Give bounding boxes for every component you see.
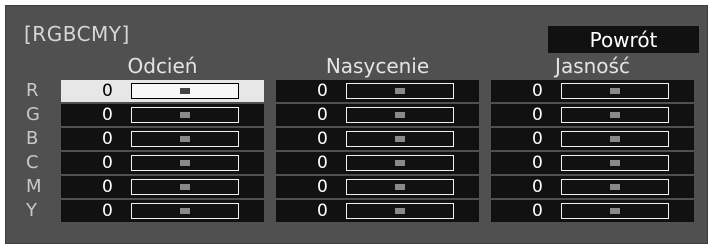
adjust-value: 0	[317, 129, 328, 149]
adjust-cell-m-brightness[interactable]: 0	[491, 176, 694, 198]
adjust-value: 0	[102, 81, 113, 101]
slider-thumb[interactable]	[395, 160, 405, 166]
adjust-value: 0	[532, 177, 543, 197]
slider-track[interactable]	[131, 179, 239, 195]
row-label-m: M	[26, 176, 42, 197]
slider-track[interactable]	[346, 83, 454, 99]
adjust-cell-g-saturation[interactable]: 0	[276, 104, 479, 126]
adjust-cell-g-brightness[interactable]: 0	[491, 104, 694, 126]
slider-thumb[interactable]	[610, 88, 620, 94]
slider-track[interactable]	[561, 83, 669, 99]
adjust-cell-r-brightness[interactable]: 0	[491, 80, 694, 102]
column-header-hue: Odcień	[127, 54, 198, 78]
slider-track[interactable]	[561, 179, 669, 195]
adjust-value: 0	[102, 153, 113, 173]
adjust-cell-g-hue[interactable]: 0	[61, 104, 264, 126]
adjust-value: 0	[317, 177, 328, 197]
slider-track[interactable]	[346, 179, 454, 195]
adjust-cell-m-hue[interactable]: 0	[61, 176, 264, 198]
adjust-cell-b-brightness[interactable]: 0	[491, 128, 694, 150]
adjust-cell-y-saturation[interactable]: 0	[276, 200, 479, 222]
adjust-value: 0	[102, 201, 113, 221]
slider-track[interactable]	[131, 107, 239, 123]
slider-thumb[interactable]	[180, 88, 190, 94]
row-label-b: B	[26, 128, 39, 149]
slider-thumb[interactable]	[395, 136, 405, 142]
adjust-cell-c-hue[interactable]: 0	[61, 152, 264, 174]
row-label-r: R	[26, 80, 39, 101]
slider-thumb[interactable]	[180, 112, 190, 118]
slider-track[interactable]	[346, 107, 454, 123]
adjust-value: 0	[102, 105, 113, 125]
adjust-value: 0	[317, 81, 328, 101]
adjust-cell-c-brightness[interactable]: 0	[491, 152, 694, 174]
slider-thumb[interactable]	[395, 88, 405, 94]
adjust-value: 0	[532, 81, 543, 101]
slider-thumb[interactable]	[610, 112, 620, 118]
slider-track[interactable]	[561, 155, 669, 171]
adjust-value: 0	[102, 129, 113, 149]
adjust-value: 0	[317, 153, 328, 173]
adjust-cell-y-brightness[interactable]: 0	[491, 200, 694, 222]
slider-track[interactable]	[131, 83, 239, 99]
slider-thumb[interactable]	[395, 208, 405, 214]
slider-thumb[interactable]	[610, 160, 620, 166]
adjust-value: 0	[532, 153, 543, 173]
adjust-cell-b-hue[interactable]: 0	[61, 128, 264, 150]
slider-thumb[interactable]	[180, 184, 190, 190]
menu-title: [RGBCMY]	[24, 22, 130, 46]
adjust-cell-r-saturation[interactable]: 0	[276, 80, 479, 102]
slider-track[interactable]	[346, 131, 454, 147]
adjust-value: 0	[102, 177, 113, 197]
slider-thumb[interactable]	[610, 184, 620, 190]
slider-track[interactable]	[561, 107, 669, 123]
rgbcmy-settings-panel: [RGBCMY] Powrót Odcień Nasycenie Jasność…	[5, 5, 708, 244]
adjust-value: 0	[532, 129, 543, 149]
slider-thumb[interactable]	[180, 160, 190, 166]
slider-track[interactable]	[131, 131, 239, 147]
adjust-cell-b-saturation[interactable]: 0	[276, 128, 479, 150]
back-button[interactable]: Powrót	[548, 26, 699, 53]
slider-track[interactable]	[131, 203, 239, 219]
slider-thumb[interactable]	[180, 136, 190, 142]
adjust-cell-c-saturation[interactable]: 0	[276, 152, 479, 174]
slider-track[interactable]	[561, 203, 669, 219]
column-header-brightness: Jasność	[555, 54, 630, 78]
adjust-cell-r-hue[interactable]: 0	[61, 80, 264, 102]
adjust-cell-m-saturation[interactable]: 0	[276, 176, 479, 198]
slider-track[interactable]	[346, 203, 454, 219]
slider-track[interactable]	[346, 155, 454, 171]
slider-thumb[interactable]	[610, 136, 620, 142]
slider-thumb[interactable]	[395, 112, 405, 118]
slider-track[interactable]	[131, 155, 239, 171]
adjust-cell-y-hue[interactable]: 0	[61, 200, 264, 222]
adjust-value: 0	[317, 105, 328, 125]
slider-thumb[interactable]	[180, 208, 190, 214]
adjust-value: 0	[532, 201, 543, 221]
row-label-y: Y	[26, 200, 37, 221]
row-label-c: C	[26, 152, 39, 173]
slider-thumb[interactable]	[395, 184, 405, 190]
adjust-value: 0	[532, 105, 543, 125]
adjust-value: 0	[317, 201, 328, 221]
slider-track[interactable]	[561, 131, 669, 147]
column-header-saturation: Nasycenie	[325, 54, 430, 78]
row-label-g: G	[26, 104, 40, 125]
slider-thumb[interactable]	[610, 208, 620, 214]
